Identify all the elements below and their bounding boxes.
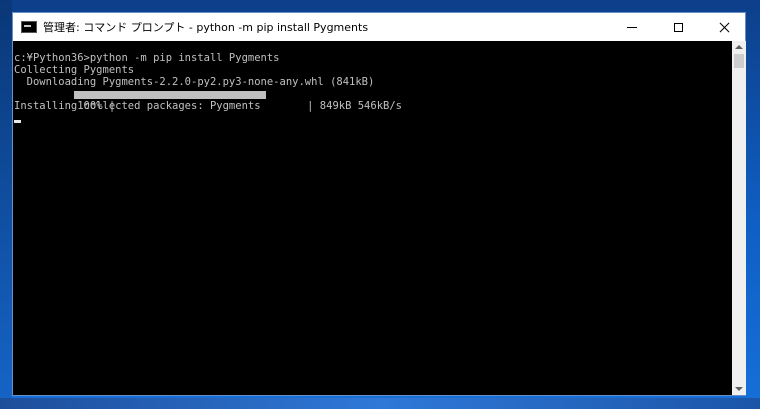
text-cursor [14, 120, 21, 123]
console-line-installing: Installing collected packages: Pygments [14, 100, 261, 112]
scrollbar-thumb[interactable] [734, 54, 744, 68]
command-prompt-window: 管理者: コマンド プロンプト - python -m pip install … [12, 12, 746, 396]
scroll-down-button[interactable] [732, 383, 746, 395]
console-line-collecting: Collecting Pygments [14, 64, 135, 76]
minimize-button[interactable] [609, 13, 655, 41]
close-icon [719, 22, 730, 33]
console-app-icon[interactable] [21, 21, 37, 33]
taskbar-edge [0, 398, 760, 409]
progress-bar [74, 91, 266, 99]
desktop-background [0, 0, 12, 409]
console-line-progress: 100% | | 849kB 546kB/s [14, 88, 732, 112]
window-title: 管理者: コマンド プロンプト - python -m pip install … [43, 21, 369, 34]
arrow-down-icon [735, 387, 743, 391]
maximize-icon [673, 22, 683, 32]
minimize-icon [627, 26, 637, 28]
vertical-scrollbar[interactable] [732, 41, 746, 395]
console-line-downloading: Downloading Pygments-2.2.0-py2.py3-none-… [14, 76, 375, 88]
scroll-up-button[interactable] [732, 41, 746, 53]
console-output[interactable]: c:¥Python36>python -m pip install Pygmen… [13, 41, 732, 395]
console-line-command: c:¥Python36>python -m pip install Pygmen… [14, 52, 280, 64]
arrow-up-icon [735, 45, 743, 49]
title-bar[interactable]: 管理者: コマンド プロンプト - python -m pip install … [13, 13, 745, 41]
progress-stats: | 849kB 546kB/s [307, 100, 402, 112]
close-button[interactable] [701, 13, 747, 41]
maximize-button[interactable] [655, 13, 701, 41]
